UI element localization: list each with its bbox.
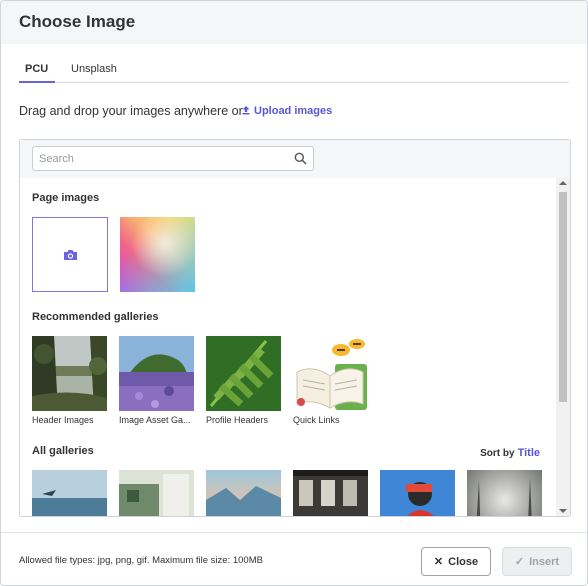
dialog-header: Choose Image (1, 1, 587, 44)
scroll-down-arrow-icon[interactable] (559, 509, 567, 513)
gallery-caption: Image Asset Ga... (119, 415, 191, 425)
gallery-caption: Quick Links (293, 415, 340, 425)
close-button-label: Close (448, 555, 479, 568)
gallery-thumb-water[interactable] (32, 470, 107, 516)
gallery-thumb-fog[interactable] (467, 470, 542, 516)
camera-icon (64, 250, 77, 260)
upload-icon (242, 106, 250, 115)
search-icon[interactable] (294, 152, 307, 165)
gallery-header-images[interactable] (32, 336, 107, 411)
active-tab-indicator (19, 81, 55, 83)
panel-scrollbar[interactable] (556, 178, 570, 516)
gallery-quick-links[interactable] (293, 336, 368, 411)
insert-button-label: Insert (529, 555, 560, 568)
tab-bar: PCU Unsplash (19, 53, 569, 83)
search-input[interactable] (39, 150, 289, 167)
gallery-caption: Header Images (32, 415, 94, 425)
sort-control: Sort by Title (480, 447, 540, 459)
close-icon: ✕ (433, 556, 444, 568)
gallery-thumb-staff[interactable]: STAFF (380, 470, 455, 516)
page-image-gradient[interactable] (120, 217, 195, 292)
upload-images-label: Upload images (254, 105, 333, 117)
scroll-up-arrow-icon[interactable] (559, 181, 567, 185)
check-icon: ✓ (514, 556, 525, 568)
gallery-thumb-interior[interactable] (293, 470, 368, 516)
gallery-thumb-sunset[interactable] (206, 470, 281, 516)
image-browser-panel: Page images (19, 139, 571, 517)
drag-drop-prompt: Drag and drop your images anywhere or (19, 104, 243, 118)
close-button[interactable]: ✕ Close (421, 547, 491, 576)
scrollbar-thumb[interactable] (559, 192, 567, 402)
gallery-profile-headers[interactable] (206, 336, 281, 411)
upload-images-link[interactable]: Upload images (241, 105, 332, 117)
gallery-caption: Profile Headers (206, 415, 269, 425)
sort-by-title-link[interactable]: Title (518, 447, 540, 459)
sort-label: Sort by (480, 448, 515, 459)
search-bar-area (20, 140, 570, 178)
insert-button[interactable]: ✓ Insert (502, 547, 572, 576)
dialog-title: Choose Image (19, 12, 136, 31)
allowed-file-types-note: Allowed file types: jpg, png, gif. Maxim… (19, 555, 263, 566)
search-field[interactable] (32, 146, 314, 171)
dialog-footer: Allowed file types: jpg, png, gif. Maxim… (1, 532, 587, 585)
add-page-image-tile[interactable] (32, 217, 108, 292)
page-images-heading: Page images (32, 192, 100, 204)
tab-pcu[interactable]: PCU (25, 63, 48, 75)
gallery-thumb-building[interactable] (119, 470, 194, 516)
recommended-galleries-heading: Recommended galleries (32, 311, 159, 323)
tab-unsplash[interactable]: Unsplash (71, 63, 117, 75)
choose-image-dialog: Choose Image PCU Unsplash Drag and drop … (0, 0, 588, 586)
all-galleries-heading: All galleries (32, 445, 94, 457)
gallery-image-asset[interactable] (119, 336, 194, 411)
